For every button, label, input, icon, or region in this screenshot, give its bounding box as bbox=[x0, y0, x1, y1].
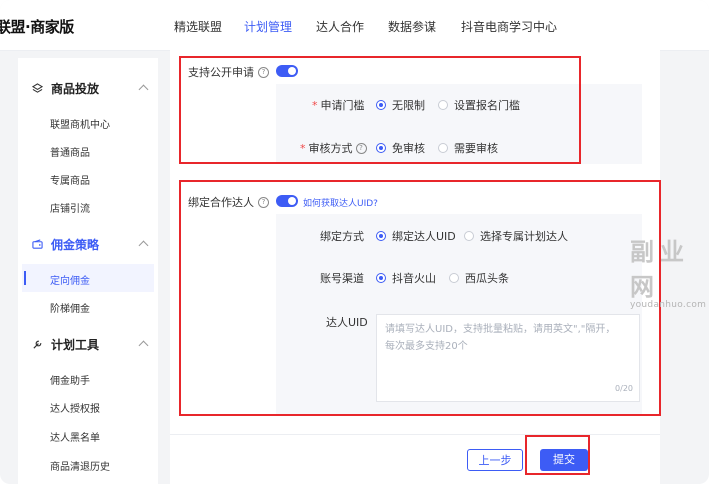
form-footer: 上一步 提交 bbox=[170, 434, 660, 484]
radio-unselected-icon bbox=[464, 231, 474, 241]
uid-count: 0/20 bbox=[615, 384, 633, 393]
radio-unselected-icon bbox=[438, 100, 448, 110]
creator-uid-label: 达人UID bbox=[326, 316, 368, 329]
sidebar: 商品投放 联盟商机中心 普通商品 专属商品 店铺引流 佣金策略 定向佣金 阶梯佣… bbox=[18, 58, 158, 484]
uid-placeholder-line: 每次最多支持20个 bbox=[385, 341, 468, 352]
chevron-up-icon[interactable] bbox=[138, 340, 149, 351]
threshold-option-set-threshold[interactable]: 设置报名门槛 bbox=[438, 97, 520, 113]
radio-unselected-icon bbox=[449, 273, 459, 283]
help-icon[interactable]: ? bbox=[258, 196, 269, 208]
review-option-no-review[interactable]: 免审核 bbox=[376, 140, 425, 156]
nav-item-learning-center[interactable]: 抖音电商学习中心 bbox=[461, 18, 557, 35]
nav-item-data-advisor[interactable]: 数据参谋 bbox=[388, 18, 436, 35]
sidebar-item-product-clearance-history[interactable]: 商品清退历史 bbox=[50, 458, 110, 473]
chevron-up-icon[interactable] bbox=[138, 240, 149, 251]
required-asterisk: * bbox=[312, 98, 318, 112]
channel-option-douyin[interactable]: 抖音火山 bbox=[376, 270, 436, 286]
sidebar-item-creator-blacklist[interactable]: 达人黑名单 bbox=[50, 429, 100, 444]
radio-selected-icon bbox=[376, 273, 386, 283]
sidebar-group-label: 计划工具 bbox=[51, 338, 100, 352]
radio-selected-icon bbox=[376, 100, 386, 110]
get-uid-help-link[interactable]: 如何获取达人UID? bbox=[303, 196, 378, 209]
wrench-icon bbox=[33, 340, 42, 349]
help-icon[interactable]: ? bbox=[258, 66, 269, 78]
sidebar-item-commission-helper[interactable]: 佣金助手 bbox=[50, 372, 90, 387]
channel-option-xigua[interactable]: 西瓜头条 bbox=[449, 270, 509, 286]
sidebar-item-creator-authorization[interactable]: 达人授权报 bbox=[50, 400, 100, 415]
main-panel: 支持公开申请 ? * 申请门槛 无限制 设置报名门槛 * 审核方式 ? 免审核 bbox=[170, 50, 660, 484]
nav-item-plan-management[interactable]: 计划管理 bbox=[244, 18, 292, 35]
review-method-label: * 审核方式 ? bbox=[300, 140, 367, 156]
required-asterisk: * bbox=[300, 141, 306, 155]
help-icon[interactable]: ? bbox=[355, 142, 367, 154]
sidebar-group-plan-tools[interactable]: 计划工具 bbox=[32, 336, 99, 353]
account-channel-label: 账号渠道 bbox=[320, 272, 364, 285]
public-apply-label: 支持公开申请 ? bbox=[188, 64, 269, 80]
watermark-title: 副业网 bbox=[630, 238, 690, 301]
review-option-needs-review[interactable]: 需要审核 bbox=[438, 140, 498, 156]
watermark-url: youdanhuo.com bbox=[630, 300, 707, 310]
chevron-up-icon[interactable] bbox=[138, 84, 149, 95]
uid-placeholder-line: 请填写达人UID，支持批量粘贴，请用英文","隔开， bbox=[385, 324, 616, 335]
submit-button[interactable]: 提交 bbox=[540, 449, 588, 471]
threshold-label: * 申请门槛 bbox=[312, 98, 365, 113]
sidebar-group-commission-strategy[interactable]: 佣金策略 bbox=[32, 236, 99, 253]
wallet-icon bbox=[32, 239, 43, 249]
sidebar-item-targeted-commission[interactable]: 定向佣金 bbox=[50, 272, 90, 287]
app-logo: 联盟·商家版 bbox=[0, 18, 74, 36]
sidebar-group-label: 佣金策略 bbox=[51, 238, 100, 252]
sidebar-item-opportunity-center[interactable]: 联盟商机中心 bbox=[50, 116, 110, 131]
sidebar-item-exclusive-products[interactable]: 专属商品 bbox=[50, 172, 90, 187]
bind-method-label: 绑定方式 bbox=[320, 230, 364, 243]
sidebar-item-tiered-commission[interactable]: 阶梯佣金 bbox=[50, 300, 90, 315]
threshold-option-unlimited[interactable]: 无限制 bbox=[376, 97, 425, 113]
creator-uid-input[interactable]: 请填写达人UID，支持批量粘贴，请用英文","隔开， 每次最多支持20个 0/2… bbox=[376, 314, 640, 402]
top-nav: 联盟·商家版 精选联盟 计划管理 达人合作 数据参谋 抖音电商学习中心 bbox=[0, 0, 709, 51]
public-apply-toggle[interactable] bbox=[276, 65, 298, 77]
app-frame: 联盟·商家版 精选联盟 计划管理 达人合作 数据参谋 抖音电商学习中心 商品投放… bbox=[0, 0, 709, 484]
radio-selected-icon bbox=[376, 231, 386, 241]
layers-icon bbox=[32, 83, 43, 93]
bind-method-option-uid[interactable]: 绑定达人UID bbox=[376, 228, 456, 244]
nav-item-selected-alliance[interactable]: 精选联盟 bbox=[174, 18, 222, 35]
sidebar-active-indicator bbox=[24, 271, 26, 285]
bind-creator-toggle[interactable] bbox=[276, 195, 298, 207]
sidebar-item-normal-products[interactable]: 普通商品 bbox=[50, 144, 90, 159]
radio-selected-icon bbox=[376, 143, 386, 153]
previous-step-button[interactable]: 上一步 bbox=[467, 449, 523, 471]
nav-item-creator-cooperation[interactable]: 达人合作 bbox=[316, 18, 364, 35]
watermark: 副业网 youdanhuo.com bbox=[630, 232, 709, 310]
sidebar-group-label: 商品投放 bbox=[51, 82, 100, 96]
sidebar-item-shop-traffic[interactable]: 店铺引流 bbox=[50, 200, 90, 215]
bind-creator-label: 绑定合作达人 ? bbox=[188, 194, 269, 210]
radio-unselected-icon bbox=[438, 143, 448, 153]
sidebar-group-product-placement[interactable]: 商品投放 bbox=[32, 80, 99, 97]
bind-method-option-exclusive[interactable]: 选择专属计划达人 bbox=[464, 228, 568, 244]
